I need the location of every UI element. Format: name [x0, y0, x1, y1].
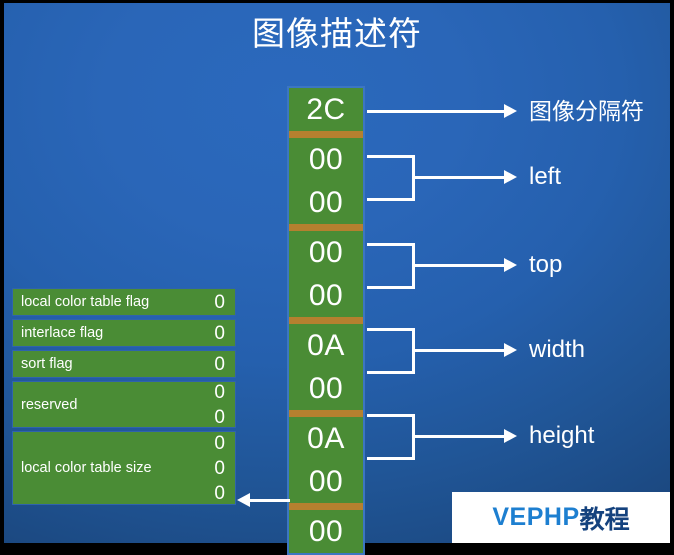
arrowhead-icon: [504, 258, 517, 272]
connector-line: [412, 264, 507, 267]
connector-line: [367, 110, 507, 113]
arrowhead-icon: [504, 429, 517, 443]
annotation-label-width: width: [529, 336, 586, 363]
watermark-secondary-text: 教程: [579, 505, 630, 534]
table-row-value: 0: [214, 291, 225, 313]
hex-group-width: 0A 00: [289, 324, 363, 410]
table-row-value: 0: [214, 482, 225, 504]
hex-group-top: 00 00: [289, 231, 363, 317]
hex-byte-column: 2C 00 00 00 00 0A 00 0A 00 00: [287, 86, 365, 555]
annotation-label-height: height: [529, 422, 595, 449]
hex-cell: 00: [308, 143, 344, 176]
table-row-values: 0 0: [214, 380, 227, 430]
hex-group-divider: [289, 131, 363, 138]
table-row-value: 0: [214, 457, 225, 479]
table-row: sort flag 0: [12, 350, 236, 378]
connector-line: [367, 243, 415, 246]
connector-line: [367, 286, 415, 289]
hex-cell: 00: [308, 236, 344, 269]
table-row-label: reserved: [21, 396, 78, 413]
flags-table: local color table flag 0 interlace flag …: [12, 288, 236, 508]
hex-group-height: 0A 00: [289, 417, 363, 503]
arrowhead-icon: [504, 104, 517, 118]
connector-line: [367, 198, 415, 201]
table-row: local color table size 0 0 0: [12, 431, 236, 505]
annotation-label-top: top: [529, 251, 563, 278]
table-row-label: local color table size: [21, 460, 152, 476]
connector-line: [367, 371, 415, 374]
slide-canvas: 图像描述符 2C 00 00 00 00 0A 00 0A 00 00 图像分隔…: [0, 0, 674, 555]
table-row-value: 0: [214, 353, 225, 375]
table-row-value: 0: [214, 432, 225, 454]
hex-cell: 00: [308, 372, 344, 405]
hex-cell: 0A: [307, 422, 345, 455]
annotation-label-separator: 图像分隔符: [529, 98, 644, 124]
hex-group-separator: 2C: [289, 88, 363, 131]
connector-line: [367, 457, 415, 460]
page-title: 图像描述符: [252, 15, 422, 52]
connector-line: [367, 328, 415, 331]
table-row-value: 0: [214, 381, 225, 403]
arrowhead-icon: [504, 343, 517, 357]
watermark-primary-text: VEPHP: [492, 503, 580, 531]
connector-line: [367, 414, 415, 417]
table-row-label: local color table flag: [21, 294, 150, 310]
table-row: local color table flag 0: [12, 288, 236, 316]
arrowhead-icon: [237, 493, 250, 507]
connector-line: [250, 499, 290, 502]
hex-group-divider: [289, 410, 363, 417]
table-row: reserved 0 0: [12, 381, 236, 428]
arrowhead-icon: [504, 170, 517, 184]
hex-cell: 00: [308, 186, 344, 219]
table-row: interlace flag 0: [12, 319, 236, 347]
hex-group-divider: [289, 224, 363, 231]
connector-line: [367, 155, 415, 158]
table-row-value: 0: [214, 406, 225, 428]
hex-group-left: 00 00: [289, 138, 363, 224]
hex-cell: 00: [308, 515, 344, 548]
connector-line: [412, 435, 507, 438]
connector-line: [412, 349, 507, 352]
hex-group-packed: 00: [289, 510, 363, 553]
table-row-label: interlace flag: [21, 325, 104, 341]
hex-group-divider: [289, 317, 363, 324]
annotation-label-left: left: [529, 163, 562, 190]
watermark: VEPHP 教程: [452, 492, 670, 543]
table-row-values: 0 0 0: [214, 431, 227, 506]
hex-cell: 00: [308, 279, 344, 312]
table-row-value: 0: [214, 322, 225, 344]
hex-cell: 00: [308, 465, 344, 498]
connector-line: [412, 176, 507, 179]
hex-group-divider: [289, 503, 363, 510]
table-row-label: sort flag: [21, 356, 73, 372]
hex-cell: 0A: [307, 329, 345, 362]
hex-cell: 2C: [306, 93, 346, 126]
